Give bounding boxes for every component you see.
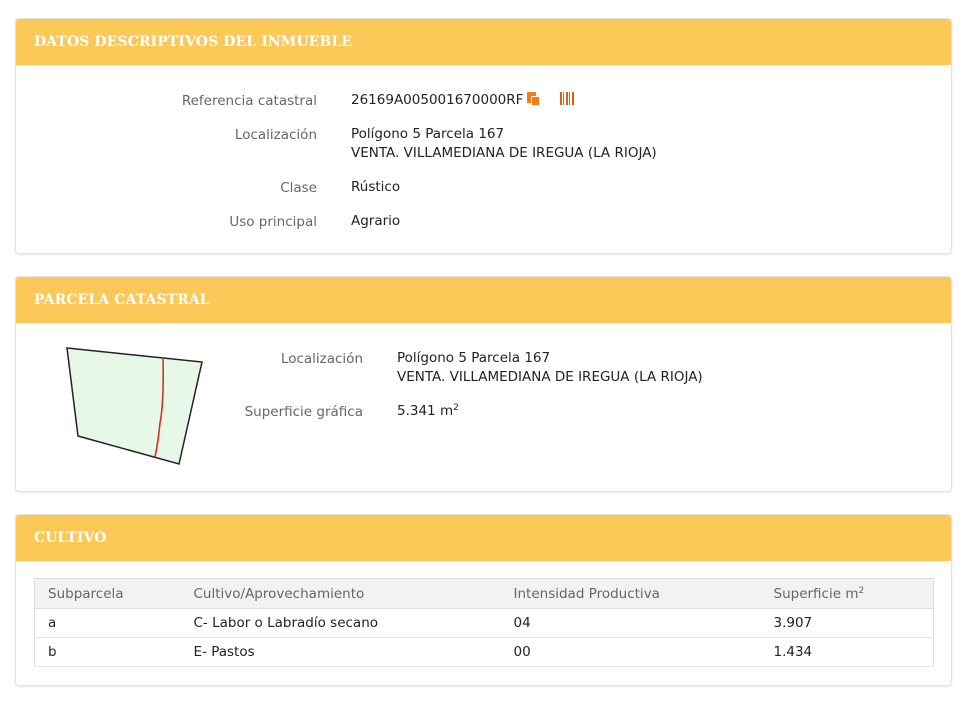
clase-value: Rústico [351,179,401,195]
col-superficie: Superficie m2 [760,578,934,609]
loc-label: Localización [234,127,317,143]
ref-label: Referencia catastral [181,93,317,109]
col-subparcela: Subparcela [34,578,181,609]
cell-superficie: 1.434 [760,637,934,667]
cultivo-table: Subparcela Cultivo/Aprovechamiento Inten… [34,578,934,667]
superficie-label: Superficie gráfica [244,404,363,420]
table-row: b E- Pastos 00 1.434 [34,637,934,667]
barcode-icon[interactable] [560,92,575,105]
parcel-shape [66,347,203,465]
panel-title: CULTIVO [16,515,951,561]
panel-datos-descriptivos: DATOS DESCRIPTIVOS DEL INMUEBLE Referenc… [15,18,952,254]
uso-label: Uso principal [229,214,317,230]
ref-value-row: 26169A005001670000RF [351,91,575,110]
copy-icon[interactable] [527,92,541,106]
loc-label: Localización [280,351,363,367]
superficie-value: 5.341 m2 [397,403,459,419]
col-cultivo: Cultivo/Aprovechamiento [180,578,501,609]
cell-superficie: 3.907 [760,608,934,638]
cell-intensidad: 00 [500,637,761,667]
loc-line1: Polígono 5 Parcela 167 [351,126,505,142]
loc-line2: VENTA. VILLAMEDIANA DE IREGUA (LA RIOJA) [397,369,703,385]
loc-line2: VENTA. VILLAMEDIANA DE IREGUA (LA RIOJA) [351,145,657,161]
ref-value[interactable]: 26169A005001670000RF [351,92,523,108]
clase-label: Clase [280,180,317,196]
panel-parcela-catastral: PARCELA CATASTRAL Localización Polígono … [15,276,952,492]
table-header-row: Subparcela Cultivo/Aprovechamiento Inten… [34,578,934,609]
panel-cultivo: CULTIVO Subparcela Cultivo/Aprovechamien… [15,514,952,686]
parcel-map[interactable] [61,343,211,468]
cell-intensidad: 04 [500,608,761,638]
loc-line1: Polígono 5 Parcela 167 [397,350,551,366]
col-intensidad: Intensidad Productiva [500,578,761,609]
cell-cultivo: E- Pastos [180,637,501,667]
cell-subparcela: a [34,608,181,638]
cell-subparcela: b [34,637,181,667]
table-row: a C- Labor o Labradío secano 04 3.907 [34,608,934,638]
cell-cultivo: C- Labor o Labradío secano [180,608,501,638]
panel-title: PARCELA CATASTRAL [16,277,951,323]
uso-value: Agrario [351,213,401,229]
panel-title: DATOS DESCRIPTIVOS DEL INMUEBLE [16,19,951,65]
